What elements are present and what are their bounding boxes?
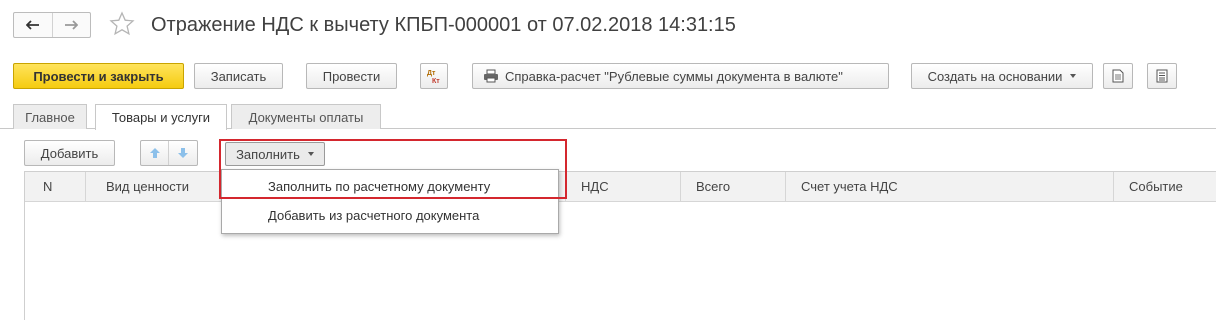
- chevron-down-icon: [1070, 74, 1077, 78]
- document-view-button[interactable]: [1103, 63, 1133, 89]
- goods-table: N Вид ценности НДС Всего Счет учета НДС …: [24, 171, 1216, 320]
- journal-entries-button[interactable]: Дт Кт: [420, 63, 448, 89]
- move-buttons-group: [140, 140, 198, 166]
- print-report-label: Справка-расчет "Рублевые суммы документа…: [505, 68, 843, 84]
- list-icon: [1156, 69, 1168, 83]
- post-and-close-button[interactable]: Провести и закрыть: [13, 63, 184, 89]
- forward-button[interactable]: [51, 13, 91, 37]
- create-based-on-label: Создать на основании: [927, 68, 1063, 84]
- create-based-on-button[interactable]: Создать на основании: [911, 63, 1093, 89]
- document-title: Отражение НДС к вычету КПБП-000001 от 07…: [151, 14, 736, 36]
- history-navigation: [13, 12, 91, 38]
- table-header: N Вид ценности НДС Всего Счет учета НДС …: [25, 172, 1216, 202]
- column-header-value-type[interactable]: Вид ценности: [106, 172, 189, 202]
- save-button[interactable]: Записать: [194, 63, 283, 89]
- column-divider: [680, 172, 681, 202]
- printer-icon: [484, 69, 498, 83]
- svg-text:Кт: Кт: [432, 78, 440, 84]
- dt-kt-icon: Дт Кт: [427, 70, 440, 84]
- add-row-button[interactable]: Добавить: [24, 140, 115, 166]
- arrow-down-icon: [178, 148, 188, 158]
- svg-text:Дт: Дт: [427, 70, 436, 77]
- favorite-star-icon[interactable]: [108, 10, 136, 38]
- column-header-vat-account[interactable]: Счет учета НДС: [801, 172, 898, 202]
- arrow-up-icon: [149, 148, 160, 158]
- menu-item-add-from-settlement-document[interactable]: Добавить из расчетного документа: [222, 201, 558, 229]
- post-button[interactable]: Провести: [306, 63, 397, 89]
- move-up-button[interactable]: [141, 141, 170, 165]
- tab-payment-documents[interactable]: Документы оплаты: [231, 104, 381, 129]
- column-divider: [85, 172, 86, 202]
- print-report-button[interactable]: Справка-расчет "Рублевые суммы документа…: [472, 63, 889, 89]
- column-divider: [1113, 172, 1114, 202]
- move-down-button[interactable]: [169, 141, 197, 165]
- column-header-event[interactable]: Событие: [1129, 172, 1183, 202]
- document-icon: [1112, 69, 1124, 83]
- column-header-vat[interactable]: НДС: [581, 172, 609, 202]
- tab-goods-and-services[interactable]: Товары и услуги: [95, 104, 227, 130]
- tab-main[interactable]: Главное: [13, 104, 87, 129]
- column-header-number[interactable]: N: [43, 172, 52, 202]
- column-divider: [785, 172, 786, 202]
- arrow-left-icon: [25, 20, 39, 30]
- more-actions-button[interactable]: [1147, 63, 1177, 89]
- back-button[interactable]: [14, 13, 52, 37]
- column-header-total[interactable]: Всего: [696, 172, 730, 202]
- annotation-highlight-frame: [219, 139, 567, 199]
- arrow-right-icon: [65, 20, 79, 30]
